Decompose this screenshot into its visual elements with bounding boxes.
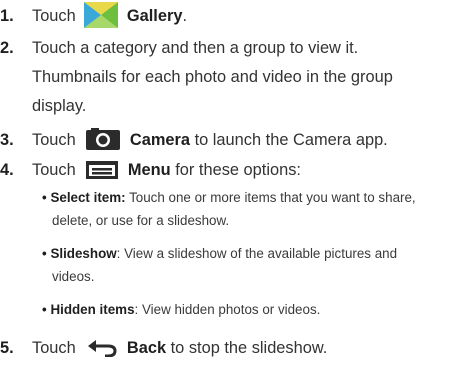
option-hidden-items: • Hidden items: View hidden photos or vi… [42,300,320,320]
menu-icon [86,160,119,179]
option-term: Slideshow [50,246,117,261]
camera-icon [86,127,121,150]
option-term: Hidden items [50,302,135,317]
step-prefix: Touch [32,131,76,149]
gallery-label: Gallery [126,7,183,25]
step-number: 3. [0,131,14,149]
step-prefix: Touch [32,161,76,179]
option-desc: : View hidden photos or videos. [134,302,321,317]
back-icon [87,338,117,358]
option-select-item: • Select item: Touch one or more items t… [42,188,416,208]
step-2-line-2: Thumbnails for each photo and video in t… [32,68,393,86]
step-number: 1. [0,7,14,25]
step-number: 2. [0,39,14,57]
step-prefix: Touch [32,339,76,357]
step-2-line-3: display. [32,97,87,115]
option-term: Select item: [50,190,126,205]
bullet: • [42,246,47,261]
option-slideshow-cont: videos. [52,269,95,284]
gallery-icon [84,1,119,28]
option-desc: : View a slideshow of the available pict… [116,246,398,261]
option-desc: Touch one or more items that you want to… [125,190,416,205]
step-number: 4. [0,161,14,179]
bullet: • [42,302,47,317]
menu-label: Menu [127,161,171,179]
step-text: Touch a category and then a group to vie… [32,39,359,57]
option-slideshow: • Slideshow: View a slideshow of the ava… [42,244,397,264]
step-number: 5. [0,339,14,357]
bullet: • [42,190,47,205]
option-select-item-cont: delete, or use for a slideshow. [52,213,230,228]
camera-label: Camera [129,131,191,149]
step-prefix: Touch [32,7,76,25]
back-label: Back [126,339,167,357]
